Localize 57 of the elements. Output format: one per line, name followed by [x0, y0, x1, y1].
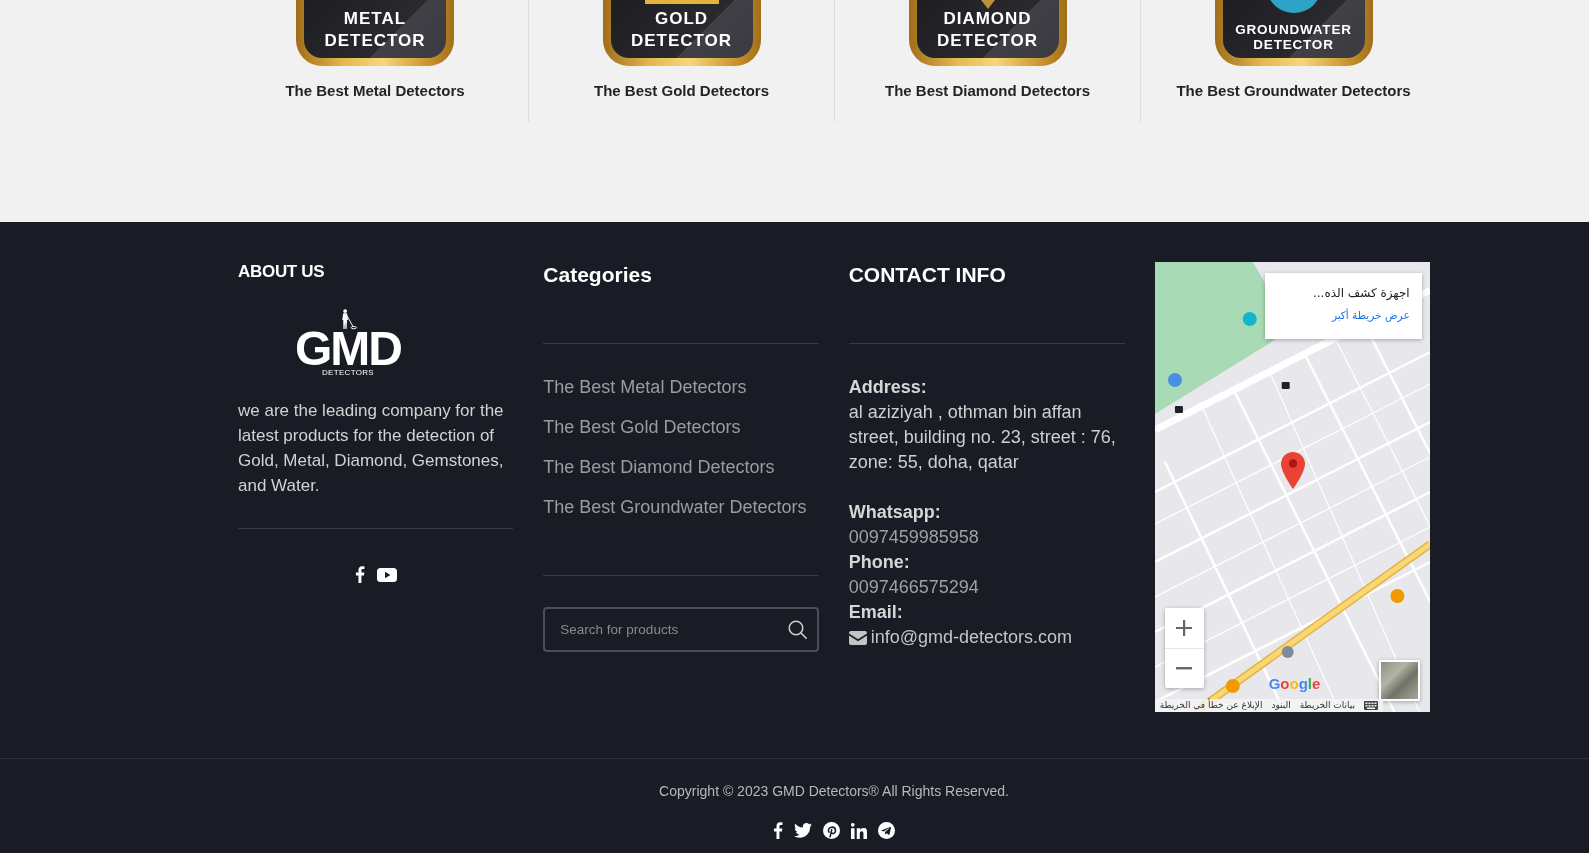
map-pin-icon[interactable]	[1280, 452, 1305, 489]
minus-icon	[1176, 666, 1193, 670]
category-link[interactable]: The Best Diamond Detectors	[543, 455, 775, 479]
keyboard-icon[interactable]	[1364, 701, 1379, 710]
badge-label: GOLD DETECTOR	[630, 8, 733, 52]
person-with-detector-icon	[339, 309, 357, 330]
logo-wordmark: GMD	[295, 330, 401, 368]
facebook-icon[interactable]	[773, 822, 783, 839]
about-heading: ABOUT US	[238, 262, 325, 282]
twitter-icon[interactable]	[794, 823, 812, 838]
contact-label: Phone:	[848, 551, 910, 574]
contact-heading: CONTACT INFO	[848, 262, 1006, 288]
category-title[interactable]: The Best Metal Detectors	[285, 81, 465, 101]
categories-heading: Categories	[543, 262, 652, 288]
diamond-icon	[980, 0, 995, 9]
email-link[interactable]: info@gmd-detectors.com	[870, 625, 1072, 650]
facebook-icon[interactable]	[354, 566, 365, 583]
about-text: we are the leading company for the latest products for the detection of Gold, Metal, Diamond, Gemstones, and Water.	[238, 400, 505, 497]
logo-tagline: DETECTORS	[322, 368, 374, 378]
map-type-button[interactable]	[1378, 660, 1420, 701]
place-marker-icon[interactable]	[1281, 646, 1294, 658]
bus-stop-icon[interactable]	[1281, 382, 1290, 389]
phone-number: 0097459985958	[848, 526, 979, 549]
contact-label: Email:	[848, 601, 903, 624]
ingot-icon	[644, 0, 719, 4]
address-text: al aziziyah , othman bin affan street, building no. 23, street : 76, zone: 55, doha, qatar	[848, 401, 1117, 474]
telegram-icon[interactable]	[878, 822, 895, 839]
place-marker-icon[interactable]	[1242, 312, 1257, 326]
category-title[interactable]: The Best Diamond Detectors	[884, 81, 1090, 101]
badge-label: GROUNDWATER DETECTOR	[1235, 22, 1352, 52]
place-marker-icon[interactable]	[1167, 373, 1182, 387]
phone-number: 0097466575294	[848, 576, 979, 599]
map-footer-link[interactable]: الإبلاغ عن خطأ في الخريطة	[1159, 699, 1263, 712]
envelope-icon	[848, 630, 867, 645]
category-title[interactable]: The Best Groundwater Detectors	[1176, 81, 1411, 101]
search-icon[interactable]	[787, 620, 807, 639]
place-marker-icon[interactable]	[1225, 679, 1240, 693]
category-title[interactable]: The Best Gold Detectors	[593, 81, 769, 101]
larger-map-link[interactable]: عرض خريطة أكبر	[1331, 308, 1410, 322]
badge-label: METAL DETECTOR	[324, 8, 426, 52]
contact-label: Whatsapp:	[848, 501, 941, 524]
category-link[interactable]: The Best Metal Detectors	[543, 375, 747, 399]
contact-label: Address:	[848, 376, 927, 399]
category-link[interactable]: The Best Gold Detectors	[543, 415, 741, 439]
youtube-icon[interactable]	[376, 567, 397, 582]
copyright-text: Copyright © 2023 GMD Detectors® All Rights Reserved.	[659, 782, 1009, 801]
plus-icon	[1176, 619, 1193, 636]
category-link[interactable]: The Best Groundwater Detectors	[543, 495, 807, 519]
place-title: اجهزة كشف الذه...	[1312, 285, 1410, 302]
linkedin-icon[interactable]	[851, 822, 867, 839]
search-field[interactable]: Search for products	[543, 607, 819, 652]
map-footer-link[interactable]: بيانات الخريطة	[1299, 699, 1356, 712]
map-footer-link[interactable]: البنود	[1271, 699, 1291, 712]
place-marker-icon[interactable]	[1390, 589, 1405, 603]
bus-stop-icon[interactable]	[1174, 406, 1183, 413]
pinterest-icon[interactable]	[823, 822, 840, 839]
badge-label: DIAMOND DETECTOR	[936, 8, 1039, 52]
